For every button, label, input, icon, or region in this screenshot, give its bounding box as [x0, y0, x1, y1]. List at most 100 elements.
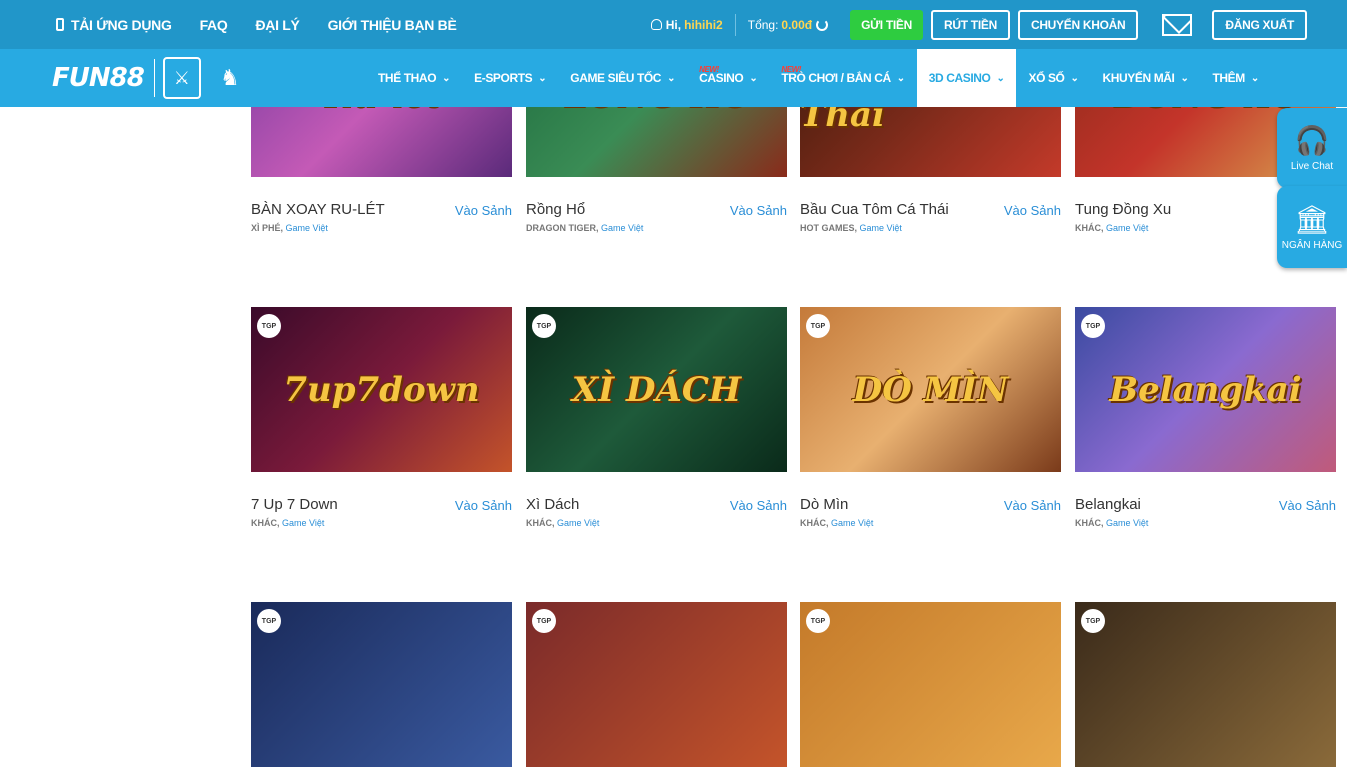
- game-title: Xì Dách: [526, 496, 580, 513]
- agent-link[interactable]: ĐẠI LÝ: [255, 17, 299, 33]
- divider: [153, 59, 155, 97]
- provider-link[interactable]: Game Việt: [1106, 223, 1148, 233]
- game-thumbnail[interactable]: XÌ DÁCH TGP: [526, 307, 787, 472]
- nav-item[interactable]: XỔ SỐ ⌄: [1016, 49, 1090, 107]
- provider-link[interactable]: Game Việt: [860, 223, 902, 233]
- game-artwork-text: [1075, 602, 1336, 767]
- tgp-badge: TGP: [1081, 609, 1105, 633]
- game-category: KHÁC,: [1075, 223, 1104, 233]
- chevron-down-icon: ⌄: [1180, 72, 1189, 84]
- refer-friends-link[interactable]: GIỚI THIỆU BẠN BÈ: [328, 17, 457, 33]
- chevron-down-icon: ⌄: [749, 72, 758, 84]
- enter-lobby-link[interactable]: Vào Sảnh: [455, 498, 512, 513]
- game-category: DRAGON TIGER,: [526, 223, 599, 233]
- chevron-down-icon: ⌄: [667, 72, 676, 84]
- enter-lobby-link[interactable]: Vào Sảnh: [730, 498, 787, 513]
- game-card[interactable]: TGP: [526, 602, 787, 767]
- nav-item-label: THỂ THAO: [378, 71, 437, 85]
- game-title: Bầu Cua Tôm Cá Thái: [800, 201, 949, 218]
- username: hihihi2: [684, 17, 723, 32]
- game-card[interactable]: TGP: [800, 602, 1061, 767]
- nav-menu: THỂ THAO ⌄ E-SPORTS ⌄ GAME SIÊU TỐC ⌄ CASINO NE…: [366, 49, 1271, 107]
- nav-item[interactable]: GAME SIÊU TỐC ⌄: [558, 49, 687, 107]
- chevron-down-icon: ⌄: [996, 72, 1005, 84]
- user-greeting[interactable]: Hi, hihihi2: [650, 17, 723, 32]
- game-card[interactable]: DÒ MÌN TGP Dò Mìn Vào Sảnh KHÁC, Game Việt: [800, 307, 1061, 528]
- provider-link[interactable]: Game Việt: [1106, 518, 1148, 528]
- game-card[interactable]: TGP: [1075, 602, 1336, 767]
- game-category: KHÁC,: [526, 518, 555, 528]
- game-title: Belangkai: [1075, 496, 1141, 513]
- nav-item[interactable]: THỂ THAO ⌄: [366, 49, 462, 107]
- nav-item[interactable]: THÊM ⌄: [1200, 49, 1270, 107]
- chevron-down-icon: ⌄: [442, 72, 451, 84]
- logout-button[interactable]: ĐĂNG XUẤT: [1212, 9, 1307, 40]
- enter-lobby-link[interactable]: Vào Sảnh: [1279, 498, 1336, 513]
- game-tags: XÌ PHÉ, Game Việt: [251, 223, 328, 233]
- game-category: XÌ PHÉ,: [251, 223, 284, 233]
- tgp-badge: TGP: [1081, 314, 1105, 338]
- tgp-badge: TGP: [532, 314, 556, 338]
- nav-item-label: THÊM: [1212, 71, 1245, 85]
- game-artwork-text: [526, 602, 787, 767]
- game-thumbnail[interactable]: Belangkai TGP: [1075, 307, 1336, 472]
- game-thumbnail[interactable]: TGP: [800, 602, 1061, 767]
- main-nav: FUN88 ⚔ ♞ THỂ THAO ⌄ E-SPORTS ⌄ GAME SIÊU TỐ…: [0, 49, 1347, 107]
- game-title: Dò Mìn: [800, 496, 849, 513]
- mail-icon[interactable]: [1162, 13, 1193, 36]
- provider-link[interactable]: Game Việt: [601, 223, 643, 233]
- provider-link[interactable]: Game Việt: [831, 518, 873, 528]
- tottenham-crest-icon: ♞: [219, 65, 240, 90]
- tgp-badge: TGP: [806, 609, 830, 633]
- nav-item[interactable]: E-SPORTS ⌄: [462, 49, 558, 107]
- enter-lobby-link[interactable]: Vào Sảnh: [455, 203, 512, 218]
- game-thumbnail[interactable]: 7up7down TGP: [251, 307, 512, 472]
- enter-lobby-link[interactable]: Vào Sảnh: [1004, 203, 1061, 218]
- game-tags: KHÁC, Game Việt: [526, 518, 599, 528]
- deposit-button[interactable]: GỬI TIỀN: [850, 9, 924, 40]
- game-card[interactable]: Belangkai TGP Belangkai Vào Sảnh KHÁC, Game …: [1075, 307, 1336, 528]
- refresh-icon[interactable]: [816, 18, 829, 31]
- provider-link[interactable]: Game Việt: [282, 518, 324, 528]
- balance-value: 0.00đ: [781, 17, 813, 32]
- tgp-badge: TGP: [806, 314, 830, 338]
- provider-link[interactable]: Game Việt: [557, 518, 599, 528]
- transfer-button[interactable]: CHUYỂN KHOẢN: [1017, 9, 1139, 40]
- nav-item-label: GAME SIÊU TỐC: [570, 71, 662, 85]
- withdraw-button[interactable]: RÚT TIỀN: [931, 9, 1010, 40]
- chevron-down-icon: ⌄: [896, 72, 905, 84]
- game-card[interactable]: TGP: [251, 602, 512, 767]
- game-title: BÀN XOAY RU-LÉT: [251, 201, 385, 218]
- nav-item[interactable]: CASINO NEW! ⌄: [687, 49, 769, 107]
- game-card[interactable]: 7up7down TGP 7 Up 7 Down Vào Sảnh KHÁC, Game…: [251, 307, 512, 528]
- nav-item[interactable]: 3D CASINO ⌄: [916, 49, 1017, 107]
- nav-item-label: E-SPORTS: [474, 71, 533, 85]
- game-thumbnail[interactable]: TGP: [1075, 602, 1336, 767]
- chevron-down-icon: ⌄: [1070, 72, 1079, 84]
- live-chat-button[interactable]: 🎧 Live Chat: [1277, 108, 1347, 188]
- enter-lobby-link[interactable]: Vào Sảnh: [730, 203, 787, 218]
- provider-link[interactable]: Game Việt: [286, 223, 328, 233]
- game-card[interactable]: XÌ DÁCH TGP Xì Dách Vào Sảnh KHÁC, Game Việt: [526, 307, 787, 528]
- game-artwork-text: [800, 602, 1061, 767]
- tgp-badge: TGP: [257, 314, 281, 338]
- game-thumbnail[interactable]: DÒ MÌN TGP: [800, 307, 1061, 472]
- game-artwork-text: Belangkai: [1109, 369, 1302, 410]
- top-bar: TẢI ỨNG DỤNG FAQ ĐẠI LÝ GIỚI THIỆU BẠN B…: [0, 0, 1347, 49]
- nav-item[interactable]: TRÒ CHƠI / BẮN CÁ NEW! ⌄: [769, 49, 916, 107]
- bank-button[interactable]: 🏛 NGÂN HÀNG: [1277, 186, 1347, 268]
- faq-link[interactable]: FAQ: [200, 17, 228, 33]
- game-thumbnail[interactable]: TGP: [251, 602, 512, 767]
- fun88-logo[interactable]: FUN88: [52, 63, 145, 93]
- game-tags: KHÁC, Game Việt: [1075, 223, 1148, 233]
- headset-icon: 🎧: [1294, 125, 1330, 156]
- download-app-link[interactable]: TẢI ỨNG DỤNG: [56, 17, 172, 33]
- game-tags: KHÁC, Game Việt: [1075, 518, 1148, 528]
- nav-item[interactable]: KHUYẾN MÃI ⌄: [1090, 49, 1200, 107]
- game-thumbnail[interactable]: TGP: [526, 602, 787, 767]
- user-icon: [650, 19, 662, 30]
- enter-lobby-link[interactable]: Vào Sảnh: [1004, 498, 1061, 513]
- bank-icon: 🏛: [1294, 204, 1330, 235]
- game-tags: DRAGON TIGER, Game Việt: [526, 223, 643, 233]
- chevron-down-icon: ⌄: [538, 72, 547, 84]
